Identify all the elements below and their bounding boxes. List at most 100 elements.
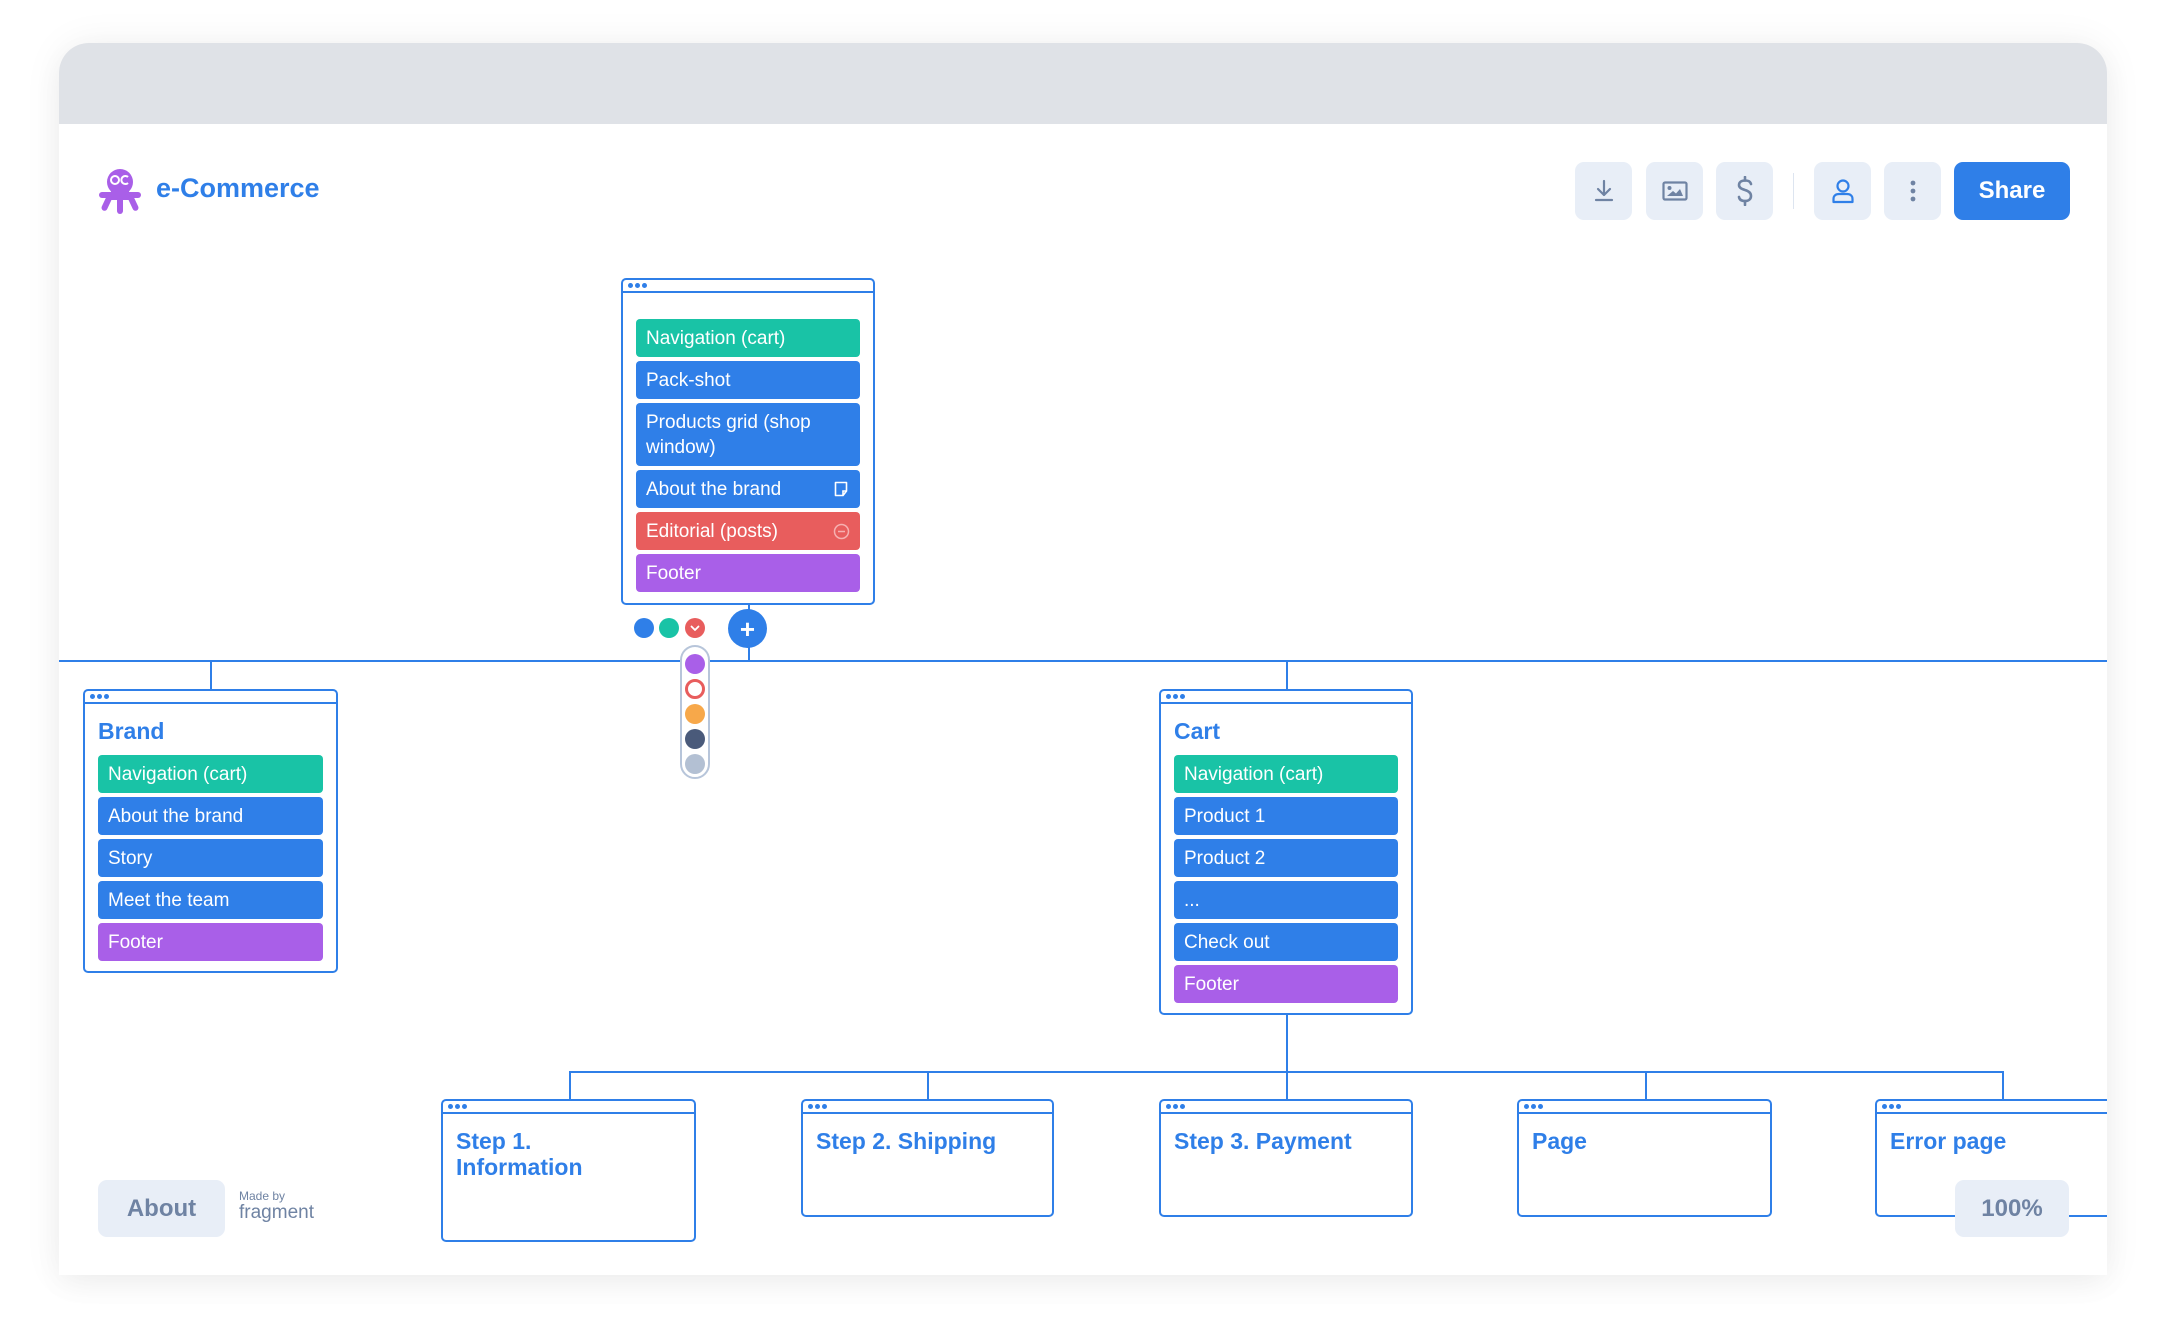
window-dots-icon <box>808 1104 827 1109</box>
card-header <box>1877 1101 2107 1114</box>
connector-step2 <box>927 1072 929 1100</box>
card-header <box>623 280 873 293</box>
palette-swatch-gray[interactable] <box>685 754 705 774</box>
note-icon[interactable] <box>832 480 850 498</box>
palette-swatch-navy[interactable] <box>685 729 705 749</box>
minus-circle-icon[interactable] <box>832 522 850 540</box>
connector-cart <box>1286 661 1288 689</box>
palette-swatch-purple[interactable] <box>685 654 705 674</box>
section-label: About the brand <box>646 478 782 500</box>
color-swatch-blue[interactable] <box>634 618 654 638</box>
card-title: Step 1. Information <box>456 1128 583 1180</box>
fragment-brand: fragment <box>239 1202 314 1223</box>
window-dots-icon <box>1524 1104 1543 1109</box>
window-dots-icon <box>628 283 647 288</box>
card-title: Cart <box>1174 718 1221 744</box>
connector-step1 <box>569 1072 571 1100</box>
section-label: Footer <box>1184 973 1239 995</box>
section-label: Navigation (cart) <box>1184 763 1324 785</box>
section-navigation-cart[interactable]: Navigation (cart) <box>1174 755 1398 793</box>
section-editorial-posts[interactable]: Editorial (posts) <box>636 512 860 550</box>
window-dots-icon <box>448 1104 467 1109</box>
section-product-1[interactable]: Product 1 <box>1174 797 1398 835</box>
export-image-button[interactable] <box>1646 162 1703 220</box>
more-vertical-icon <box>1910 180 1915 202</box>
toolbar-separator <box>1793 173 1794 209</box>
section-ellipsis[interactable]: ... <box>1174 881 1398 919</box>
home-page-card[interactable]: Navigation (cart) Pack-shot Products gri… <box>621 278 875 605</box>
window-dots-icon <box>1882 1104 1901 1109</box>
section-about-the-brand[interactable]: About the brand <box>98 797 323 835</box>
connector-steps-horizontal <box>569 1071 2004 1073</box>
color-palette-dropdown <box>680 645 710 779</box>
step1-information-card[interactable]: Step 1. Information <box>441 1099 696 1242</box>
section-footer[interactable]: Footer <box>636 554 860 592</box>
section-meet-the-team[interactable]: Meet the team <box>98 881 323 919</box>
card-header <box>803 1101 1052 1114</box>
window-titlebar <box>59 43 2107 124</box>
app-title: e-Commerce <box>156 173 320 203</box>
connector-error-page <box>2002 1072 2004 1100</box>
card-title: Brand <box>98 718 165 744</box>
section-label: Products grid (shop window) <box>646 411 811 458</box>
brand-page-card[interactable]: Brand Navigation (cart) About the brand … <box>83 689 338 973</box>
section-navigation-cart[interactable]: Navigation (cart) <box>98 755 323 793</box>
card-title: Page <box>1532 1128 1587 1154</box>
card-header <box>85 691 336 704</box>
section-footer[interactable]: Footer <box>98 923 323 961</box>
section-label: Pack-shot <box>646 369 731 391</box>
section-navigation-cart[interactable]: Navigation (cart) <box>636 319 860 357</box>
account-button[interactable] <box>1814 162 1871 220</box>
section-label: Meet the team <box>108 889 230 911</box>
cart-page-card[interactable]: Cart Navigation (cart) Product 1 Product… <box>1159 689 1413 1015</box>
section-check-out[interactable]: Check out <box>1174 923 1398 961</box>
connector-page <box>1645 1072 1647 1100</box>
home-sections-list: Navigation (cart) Pack-shot Products gri… <box>636 319 860 592</box>
user-icon <box>1831 179 1854 204</box>
section-label: Check out <box>1184 931 1270 953</box>
page-card[interactable]: Page <box>1517 1099 1772 1217</box>
card-title: Error page <box>1890 1128 2007 1154</box>
card-header <box>1161 1101 1411 1114</box>
connector-main-horizontal <box>59 660 2107 662</box>
section-label: ... <box>1184 889 1200 911</box>
palette-swatch-orange[interactable] <box>685 704 705 724</box>
section-products-grid[interactable]: Products grid (shop window) <box>636 403 860 466</box>
color-swatch-teal[interactable] <box>659 618 679 638</box>
section-footer[interactable]: Footer <box>1174 965 1398 1003</box>
card-header <box>1519 1101 1770 1114</box>
step2-shipping-card[interactable]: Step 2. Shipping <box>801 1099 1054 1217</box>
made-by-fragment-link[interactable]: Made by fragment <box>239 1190 314 1223</box>
card-header <box>443 1101 694 1114</box>
section-label: Product 1 <box>1184 805 1266 827</box>
section-label: About the brand <box>108 805 244 827</box>
window-dots-icon <box>90 694 109 699</box>
section-label: Footer <box>646 562 701 584</box>
window-dots-icon <box>1166 694 1185 699</box>
section-about-the-brand[interactable]: About the brand <box>636 470 860 508</box>
cart-sections-list: Navigation (cart) Product 1 Product 2 ..… <box>1174 755 1398 1003</box>
pricing-button[interactable] <box>1716 162 1773 220</box>
image-icon <box>1661 181 1688 201</box>
section-label: Footer <box>108 931 163 953</box>
zoom-level-button[interactable]: 100% <box>1955 1180 2069 1237</box>
about-button[interactable]: About <box>98 1180 225 1237</box>
section-label: Navigation (cart) <box>108 763 248 785</box>
card-title: Step 2. Shipping <box>816 1128 997 1154</box>
section-product-2[interactable]: Product 2 <box>1174 839 1398 877</box>
section-story[interactable]: Story <box>98 839 323 877</box>
chevron-down-icon <box>690 625 700 631</box>
share-button[interactable]: Share <box>1954 162 2070 220</box>
download-button[interactable] <box>1575 162 1632 220</box>
brand-sections-list: Navigation (cart) About the brand Story … <box>98 755 323 961</box>
add-page-button[interactable]: + <box>728 609 767 648</box>
step3-payment-card[interactable]: Step 3. Payment <box>1159 1099 1413 1217</box>
more-options-button[interactable] <box>1884 162 1941 220</box>
color-swatch-red-selected[interactable] <box>685 618 705 638</box>
palette-swatch-red-outline[interactable] <box>685 679 705 699</box>
section-pack-shot[interactable]: Pack-shot <box>636 361 860 399</box>
dollar-icon <box>1737 176 1752 206</box>
card-title: Step 3. Payment <box>1174 1128 1352 1154</box>
section-label: Navigation (cart) <box>646 327 786 349</box>
download-icon <box>1594 179 1613 202</box>
